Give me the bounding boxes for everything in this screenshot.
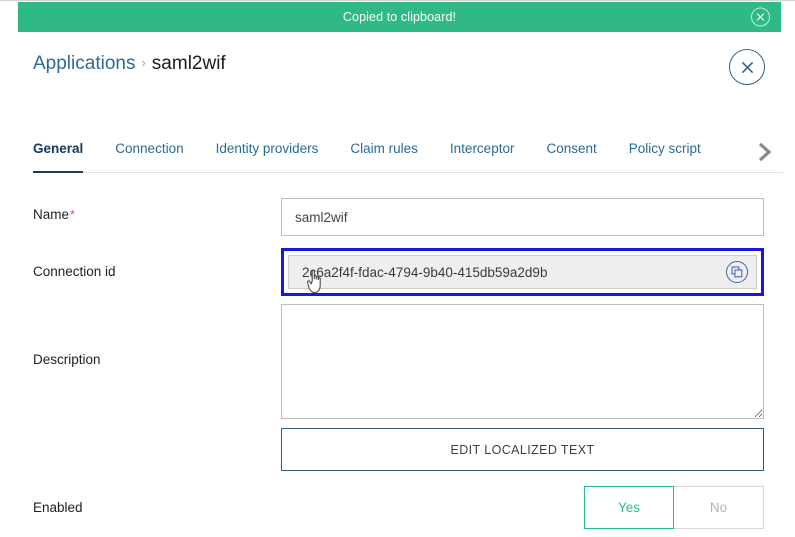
enabled-label: Enabled (33, 500, 83, 515)
copy-icon[interactable] (726, 261, 748, 283)
enabled-toggle: Yes No (584, 486, 764, 529)
connection-id-focus-ring: 2c6a2f4f-fdac-4794-9b40-415db59a2d9b (281, 248, 764, 296)
toast-notification: Copied to clipboard! (18, 2, 781, 32)
description-field-wrap (281, 304, 764, 419)
localized-text-wrap: EDIT LOCALIZED TEXT (281, 428, 764, 471)
toast-close-icon[interactable] (751, 7, 770, 27)
breadcrumb: Applications › saml2wif (33, 52, 226, 77)
tab-bar: General Connection Identity providers Cl… (0, 134, 795, 173)
toast-message: Copied to clipboard! (342, 9, 457, 24)
description-label: Description (33, 352, 101, 367)
general-form: Name* Connection id 2c6a2f4f-fdac-4794-9… (0, 173, 795, 537)
enabled-toggle-no[interactable]: No (674, 486, 764, 529)
tab-general[interactable]: General (33, 134, 84, 173)
breadcrumb-parent-link[interactable]: Applications (33, 53, 135, 74)
tab-interceptor[interactable]: Interceptor (450, 134, 515, 173)
chevron-right-icon (756, 141, 774, 163)
top-divider (0, 0, 795, 1)
name-input[interactable] (281, 198, 764, 236)
tab-connection[interactable]: Connection (115, 134, 183, 173)
name-field-wrap (281, 198, 764, 236)
tab-identity-providers[interactable]: Identity providers (216, 134, 319, 173)
tabs-scroll-next-button[interactable] (751, 137, 779, 167)
tab-policy-script[interactable]: Policy script (629, 134, 701, 173)
close-icon (740, 60, 755, 75)
tab-claim-rules[interactable]: Claim rules (350, 134, 418, 173)
description-textarea[interactable] (281, 304, 764, 419)
enabled-toggle-yes[interactable]: Yes (584, 486, 674, 529)
breadcrumb-current: saml2wif (151, 53, 226, 74)
connection-id-value: 2c6a2f4f-fdac-4794-9b40-415db59a2d9b (302, 264, 548, 280)
close-panel-button[interactable] (729, 49, 765, 85)
required-indicator: * (70, 207, 76, 222)
edit-localized-text-button[interactable]: EDIT LOCALIZED TEXT (281, 428, 764, 471)
connection-id-label: Connection id (33, 264, 116, 279)
page-header: Applications › saml2wif (0, 34, 795, 120)
name-label: Name* (33, 207, 76, 222)
tab-consent[interactable]: Consent (546, 134, 596, 173)
breadcrumb-separator: › (141, 55, 146, 70)
tab-list: General Connection Identity providers Cl… (33, 134, 739, 173)
connection-id-input[interactable]: 2c6a2f4f-fdac-4794-9b40-415db59a2d9b (288, 255, 757, 294)
connection-id-field-wrap: 2c6a2f4f-fdac-4794-9b40-415db59a2d9b (281, 248, 764, 296)
